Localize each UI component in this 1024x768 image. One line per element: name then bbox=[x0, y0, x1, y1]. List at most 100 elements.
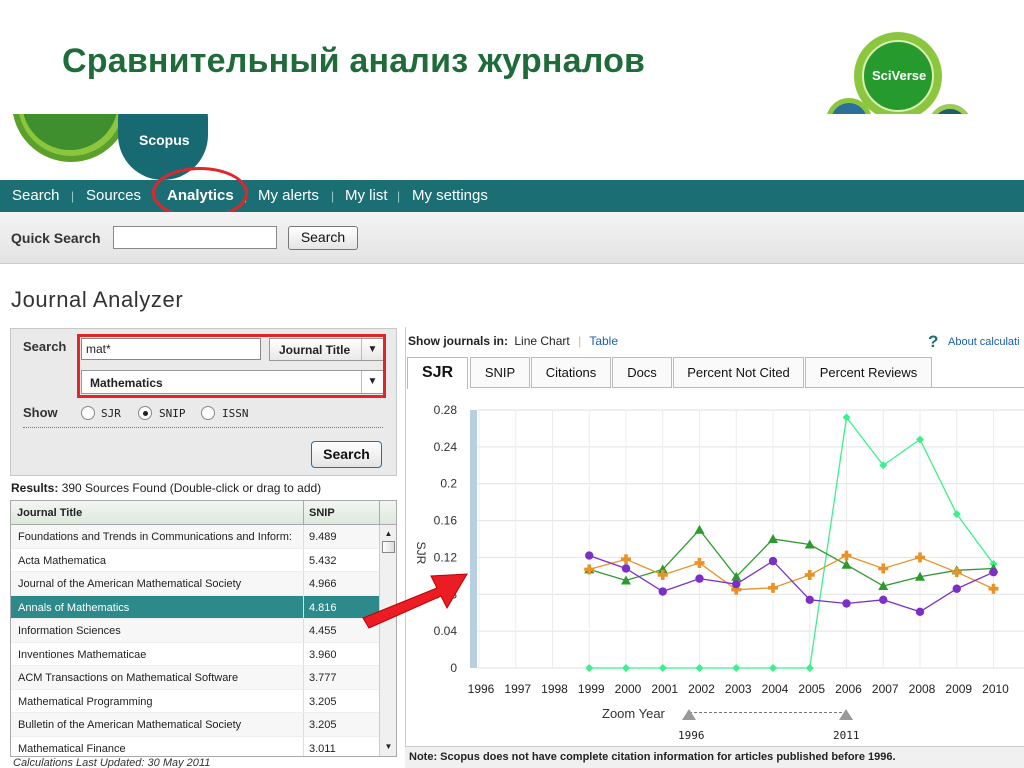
table-row[interactable]: Foundations and Trends in Communications… bbox=[11, 525, 379, 549]
zoom-handle-start[interactable] bbox=[682, 709, 696, 720]
data-point bbox=[841, 559, 852, 569]
snip-value-cell: 9.489 bbox=[309, 531, 337, 543]
cell-divider bbox=[303, 713, 304, 736]
journal-title-cell: Annals of Mathematics bbox=[18, 601, 130, 614]
nav-sources[interactable]: Sources bbox=[86, 187, 141, 204]
sciverse-logo-cluster: SciVerse bbox=[820, 28, 980, 114]
data-point bbox=[695, 574, 704, 583]
view-separator: | bbox=[578, 334, 582, 348]
zoom-label: Zoom Year bbox=[602, 706, 665, 721]
zoom-handle-end[interactable] bbox=[839, 709, 853, 720]
data-point bbox=[732, 664, 741, 672]
cell-divider bbox=[303, 736, 304, 756]
radio-snip-label: SNIP bbox=[159, 407, 186, 420]
red-arrow bbox=[362, 573, 468, 629]
x-tick-label: 1998 bbox=[541, 682, 568, 695]
table-row[interactable]: Bulletin of the American Mathematical So… bbox=[11, 713, 379, 737]
data-point bbox=[844, 550, 849, 561]
y-tick-label: 0.16 bbox=[434, 514, 458, 528]
radio-sjr-label: SJR bbox=[101, 407, 121, 420]
tab-percent-not-cited[interactable]: Percent Not Cited bbox=[673, 357, 804, 388]
tab-docs[interactable]: Docs bbox=[612, 357, 672, 388]
journal-title-cell: Journal of the American Mathematical Soc… bbox=[18, 578, 242, 590]
table-row[interactable]: Annals of Mathematics 4.816 bbox=[11, 595, 379, 619]
nav-my-alerts[interactable]: My alerts bbox=[258, 187, 319, 204]
table-row[interactable]: Journal of the American Mathematical Soc… bbox=[11, 572, 379, 596]
nav-my-settings[interactable]: My settings bbox=[412, 187, 488, 204]
x-tick-label: 1999 bbox=[578, 682, 605, 695]
column-header-snip[interactable]: SNIP bbox=[309, 507, 335, 519]
data-point bbox=[768, 556, 778, 566]
data-point bbox=[991, 583, 996, 594]
cell-divider bbox=[303, 548, 304, 571]
data-point bbox=[621, 564, 631, 573]
snip-value-cell: 4.455 bbox=[309, 625, 337, 637]
radio-sjr[interactable] bbox=[81, 406, 95, 420]
cell-divider bbox=[303, 666, 304, 689]
help-icon[interactable]: ? bbox=[928, 332, 938, 352]
citation-note: Note: Scopus does not have complete cita… bbox=[405, 746, 1024, 768]
view-line-chart[interactable]: Line Chart bbox=[514, 334, 569, 348]
snip-value-cell: 4.966 bbox=[309, 578, 337, 590]
data-point bbox=[585, 664, 594, 672]
x-tick-label: 2004 bbox=[762, 682, 789, 695]
radio-issn-label: ISSN bbox=[222, 407, 249, 420]
data-point bbox=[622, 664, 630, 672]
quick-search-label: Quick Search bbox=[11, 230, 101, 246]
journal-title-cell: Acta Mathematica bbox=[18, 554, 107, 567]
table-row[interactable]: Inventiones Mathematicae 3.960 bbox=[11, 642, 379, 666]
view-table[interactable]: Table bbox=[589, 334, 618, 348]
scroll-down-icon[interactable]: ▼ bbox=[380, 740, 396, 754]
scopus-logo[interactable]: Scopus bbox=[139, 132, 190, 148]
results-count: 390 Sources Found (Double-click or drag … bbox=[61, 481, 322, 495]
x-tick-label: 2005 bbox=[798, 682, 825, 695]
table-row[interactable]: Acta Mathematica 5.432 bbox=[11, 548, 379, 572]
journal-title-cell: Mathematical Finance bbox=[18, 742, 126, 755]
data-point bbox=[658, 664, 667, 672]
data-point bbox=[695, 664, 704, 672]
quick-search-input[interactable] bbox=[113, 226, 277, 249]
sjr-line-chart: 00.040.080.120.160.20.240.28199619971998… bbox=[414, 403, 1024, 695]
data-point bbox=[769, 664, 777, 672]
about-calculations-link[interactable]: About calculati bbox=[948, 336, 1020, 348]
data-point bbox=[916, 435, 924, 444]
snip-value-cell: 3.205 bbox=[309, 719, 337, 731]
nav-search[interactable]: Search bbox=[12, 187, 60, 204]
column-header-title[interactable]: Journal Title bbox=[17, 507, 82, 519]
results-summary: Results: 390 Sources Found (Double-click… bbox=[11, 481, 321, 495]
data-point bbox=[624, 554, 628, 565]
radio-snip[interactable] bbox=[138, 406, 152, 420]
table-row[interactable]: Mathematical Programming 3.205 bbox=[11, 689, 379, 713]
data-point bbox=[918, 552, 922, 563]
radio-issn[interactable] bbox=[201, 406, 215, 420]
dotted-divider bbox=[23, 427, 383, 428]
tab-sjr[interactable]: SJR bbox=[407, 357, 468, 389]
scroll-up-icon[interactable]: ▲ bbox=[380, 527, 396, 541]
nav-separator: | bbox=[397, 189, 401, 203]
journal-title-cell: Foundations and Trends in Communications… bbox=[18, 531, 292, 543]
sciverse-logo[interactable]: SciVerse bbox=[872, 68, 926, 83]
table-row[interactable]: ACM Transactions on Mathematical Softwar… bbox=[11, 666, 379, 690]
table-row[interactable]: Information Sciences 4.455 bbox=[11, 619, 379, 643]
cell-divider bbox=[303, 642, 304, 665]
y-tick-label: 0.24 bbox=[434, 440, 458, 454]
data-point bbox=[915, 607, 925, 616]
results-table: Journal Title SNIP Foundations and Trend… bbox=[10, 500, 397, 757]
quick-search-button[interactable]: Search bbox=[288, 226, 358, 250]
data-point bbox=[768, 534, 778, 543]
x-tick-label: 2010 bbox=[982, 682, 1009, 695]
search-button[interactable]: Search bbox=[311, 441, 382, 468]
x-tick-label: 2002 bbox=[688, 682, 715, 695]
data-point bbox=[658, 587, 667, 596]
tab-percent-reviews[interactable]: Percent Reviews bbox=[805, 357, 932, 388]
data-point bbox=[771, 582, 775, 593]
tab-snip[interactable]: SNIP bbox=[470, 357, 530, 388]
scroll-thumb[interactable] bbox=[382, 541, 395, 553]
snip-value-cell: 3.205 bbox=[309, 695, 337, 708]
nav-my-list[interactable]: My list bbox=[345, 187, 388, 204]
data-point bbox=[989, 567, 998, 577]
table-row[interactable]: Mathematical Finance 3.011 bbox=[11, 736, 379, 756]
tab-citations[interactable]: Citations bbox=[531, 357, 611, 388]
zoom-slider-track[interactable] bbox=[689, 712, 847, 718]
data-point bbox=[587, 564, 592, 575]
